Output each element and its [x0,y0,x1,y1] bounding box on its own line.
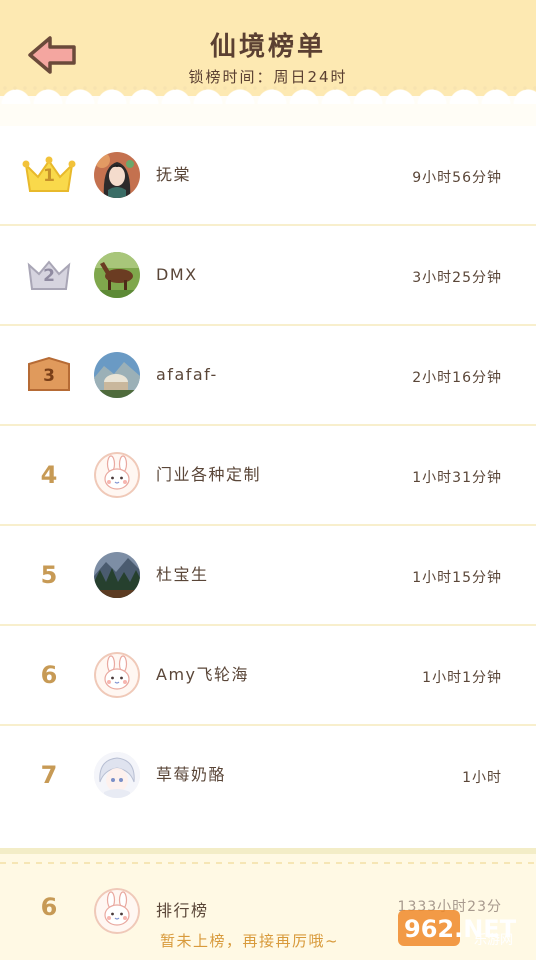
lock-time-subtitle: 锁榜时间：周日24时 [188,68,348,86]
rank-badge: 5 [20,526,78,624]
user-avatar[interactable] [94,152,140,198]
rank-number: 2 [43,266,55,286]
user-avatar[interactable] [94,252,140,298]
watermark-logo: 962.NET 乐游网 [398,904,530,950]
rank-badge: 2 [20,226,78,324]
my-rank-badge: 6 [20,858,78,956]
online-time: 1小时15分钟 [412,570,502,586]
online-time: 2小时16分钟 [412,370,502,386]
user-avatar[interactable] [94,652,140,698]
ranking-row-2[interactable]: 2 DMX 3小时25分钟 [0,226,536,326]
user-name: DMX [156,265,198,284]
online-time: 1小时1分钟 [422,670,502,686]
rank-number: 6 [40,661,58,689]
my-rank-number: 6 [40,893,58,921]
ranking-row-7[interactable]: 7 草莓奶酪 1小时 [0,726,536,826]
rank-number: 5 [40,561,58,589]
landscape-avatar-icon [94,352,140,398]
header-bar: 仙境榜单 锁榜时间：周日24时 [0,0,536,104]
ranking-row-3[interactable]: 3 afafaf- 2小时16分钟 [0,326,536,426]
user-avatar[interactable] [94,352,140,398]
user-name: 杜宝生 [156,565,209,584]
bunny-avatar-icon [94,652,140,698]
rank-badge: 6 [20,626,78,724]
forest-avatar-icon [94,552,140,598]
rank-badge: 3 [20,326,78,424]
rank-badge: 7 [20,726,78,824]
ranking-row-6[interactable]: 6 Amy飞轮海 1小时1分钟 [0,626,536,726]
user-name: 门业各种定制 [156,465,262,484]
rank-number: 1 [43,166,55,186]
rank-badge: 1 [20,126,78,224]
ranking-row-4[interactable]: 4 门业各种定制 1小时31分钟 [0,426,536,526]
bunny-avatar-icon [94,888,140,934]
footer-divider [0,862,536,864]
online-time: 9小时56分钟 [412,170,502,186]
user-avatar[interactable] [94,752,140,798]
online-time: 3小时25分钟 [412,270,502,286]
rank-number: 4 [40,461,58,489]
rank-number: 3 [43,366,55,386]
bunny-avatar-icon [94,452,140,498]
rank-badge: 4 [20,426,78,524]
user-name: afafaf- [156,365,218,384]
horse-avatar-icon [94,252,140,298]
not-ranked-hint: 暂未上榜，再接再厉哦~ [160,932,340,950]
user-name: 草莓奶酪 [156,765,227,784]
rank-number: 7 [40,761,58,789]
user-avatar[interactable] [94,452,140,498]
portrait-avatar-icon [94,152,140,198]
online-time: 1小时31分钟 [412,470,502,486]
watermark-sub: 乐游网 [474,933,513,948]
ranking-list: 1 抚棠 9小时56分钟 2 DMX 3小时25分钟 3 afafaf- 2小时… [0,126,536,826]
ranking-row-1[interactable]: 1 抚棠 9小时56分钟 [0,126,536,226]
online-time: 1小时 [462,770,502,786]
ranking-row-5[interactable]: 5 杜宝生 1小时15分钟 [0,526,536,626]
user-avatar[interactable] [94,552,140,598]
watermark-icon: 962.NET 乐游网 [398,910,517,948]
my-avatar[interactable] [94,888,140,934]
user-name: Amy飞轮海 [156,665,250,684]
anime-avatar-icon [94,752,140,798]
page-title: 仙境榜单 [209,32,326,62]
user-name: 抚棠 [156,165,192,184]
